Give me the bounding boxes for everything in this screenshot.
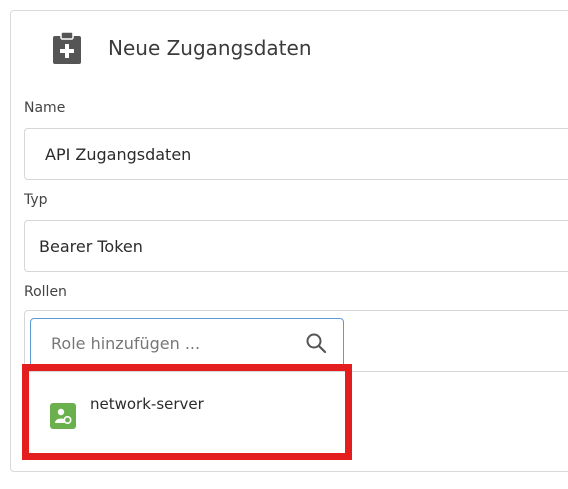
- roles-label: Rollen: [24, 284, 67, 300]
- type-label: Typ: [24, 192, 48, 208]
- type-field[interactable]: Bearer Token: [24, 220, 568, 272]
- name-field-value: API Zugangsdaten: [45, 144, 192, 164]
- role-search-box[interactable]: [30, 318, 344, 368]
- role-search-input[interactable]: [49, 332, 293, 354]
- name-label: Name: [24, 100, 66, 116]
- highlight-box: [22, 364, 352, 460]
- name-field[interactable]: API Zugangsdaten: [24, 128, 568, 180]
- page-title: Neue Zugangsdaten: [108, 36, 312, 60]
- search-icon[interactable]: [305, 332, 327, 354]
- clipboard-add-icon: [53, 31, 81, 64]
- type-field-value: Bearer Token: [39, 236, 143, 256]
- panel-header: Neue Zugangsdaten: [52, 28, 312, 68]
